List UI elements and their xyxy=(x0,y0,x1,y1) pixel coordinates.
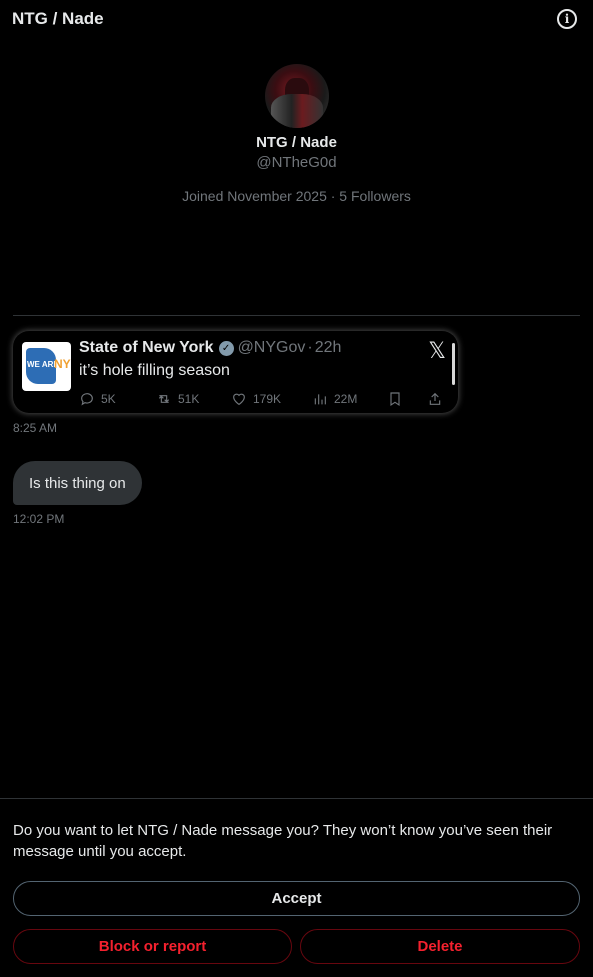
tweet-header: State of New York ✓ @NYGov · 22h xyxy=(79,339,341,357)
tweet-time[interactable]: 22h xyxy=(315,339,342,357)
delete-button[interactable]: Delete xyxy=(300,929,580,964)
like-button[interactable]: 179K xyxy=(231,391,281,407)
profile-summary[interactable]: NTG / Nade @NTheG0d Joined November 2025… xyxy=(0,64,593,204)
tweet-handle[interactable]: @NYGov xyxy=(238,339,306,357)
message-timestamp: 8:25 AM xyxy=(13,421,58,435)
logo-ny: NY xyxy=(54,357,71,371)
message-timestamp: 12:02 PM xyxy=(13,512,65,526)
profile-name[interactable]: NTG / Nade xyxy=(256,134,337,151)
conversation-title: NTG / Nade xyxy=(12,9,104,28)
message-bubble[interactable]: Is this thing on xyxy=(13,461,142,505)
like-count: 179K xyxy=(253,392,282,406)
message-request-panel: Do you want to let NTG / Nade message yo… xyxy=(0,798,593,977)
reply-count: 5K xyxy=(101,392,116,406)
bookmark-icon xyxy=(390,392,400,407)
block-or-report-button[interactable]: Block or report xyxy=(13,929,292,964)
reply-icon xyxy=(81,393,93,406)
conversation-header: NTG / Nade i xyxy=(0,0,593,38)
accept-button[interactable]: Accept xyxy=(13,881,580,916)
shared-tweet-card[interactable]: WE ARE NY State of New York ✓ @NYGov · 2… xyxy=(13,331,458,413)
views-count: 22M xyxy=(334,392,358,406)
share-button[interactable] xyxy=(427,391,443,407)
retweet-count: 51K xyxy=(178,392,200,406)
x-logo-icon: 𝕏 xyxy=(428,338,446,363)
share-icon xyxy=(429,392,441,405)
profile-handle: @NTheG0d xyxy=(256,154,337,171)
retweet-button[interactable]: 51K xyxy=(156,391,199,407)
avatar[interactable] xyxy=(264,64,329,128)
divider xyxy=(13,315,580,316)
scrollbar[interactable] xyxy=(452,343,455,385)
profile-meta: Joined November 2025 · 5 Followers xyxy=(182,188,411,204)
verified-badge-icon: ✓ xyxy=(218,340,234,356)
views-chart-icon xyxy=(314,394,326,405)
reply-button[interactable]: 5K xyxy=(79,391,116,407)
tweet-author[interactable]: State of New York xyxy=(79,339,214,357)
info-icon[interactable]: i xyxy=(557,9,577,29)
heart-icon xyxy=(233,393,245,406)
tweet-separator: · xyxy=(307,339,313,356)
nygov-avatar[interactable]: WE ARE NY xyxy=(22,342,71,391)
views-button[interactable]: 22M xyxy=(312,391,357,407)
retweet-icon xyxy=(158,395,170,403)
tweet-actions: 5K 51K 179K 22M xyxy=(79,390,447,408)
bookmark-button[interactable] xyxy=(387,391,403,407)
tweet-text: it’s hole filling season xyxy=(79,362,230,379)
request-prompt: Do you want to let NTG / Nade message yo… xyxy=(13,822,553,860)
